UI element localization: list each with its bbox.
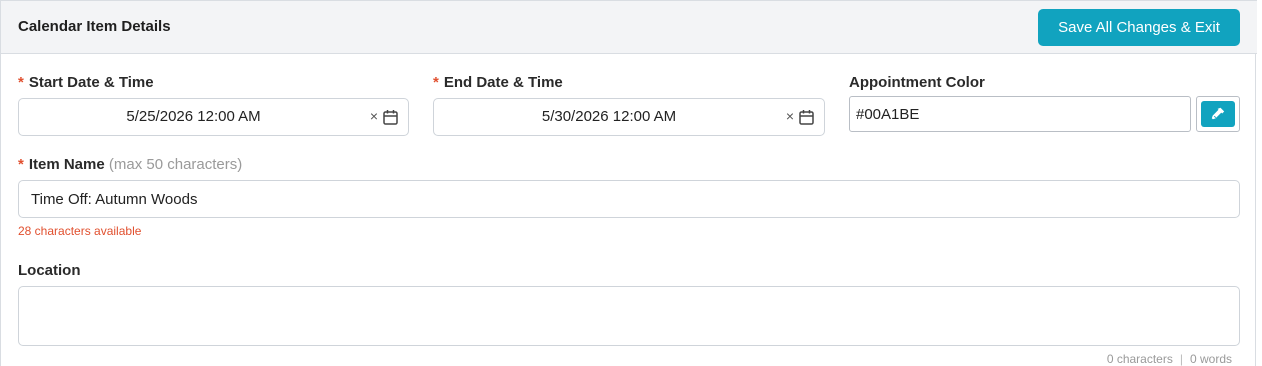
item-name-label-text: Item Name (28, 156, 105, 173)
end-datetime-label: * End Date & Time (433, 74, 563, 91)
start-datetime-label-text: Start Date & Time (28, 74, 154, 91)
color-picker-wrapper (1196, 96, 1240, 132)
end-datetime-field[interactable]: 5/30/2026 12:00 AM × (433, 98, 825, 136)
clear-start-icon[interactable]: × (370, 109, 378, 123)
start-datetime-label: * Start Date & Time (18, 74, 154, 91)
required-marker: * (433, 74, 439, 91)
calendar-icon[interactable] (383, 109, 398, 125)
color-picker-button[interactable] (1201, 101, 1235, 127)
word-count: 0 words (1189, 352, 1232, 366)
item-name-input[interactable] (18, 180, 1240, 218)
appointment-color-input[interactable] (849, 96, 1191, 132)
count-separator: | (1179, 352, 1183, 366)
panel-header: Calendar Item Details Save All Changes &… (1, 0, 1257, 54)
location-label: Location (18, 262, 81, 279)
item-name-label: * Item Name (max 50 characters) (18, 156, 242, 173)
end-datetime-label-text: End Date & Time (443, 74, 563, 91)
location-counts: 0 characters | 0 words (1107, 352, 1232, 366)
location-textarea[interactable] (18, 286, 1240, 346)
start-datetime-value: 5/25/2026 12:00 AM (126, 108, 261, 125)
save-all-changes-exit-button[interactable]: Save All Changes & Exit (1038, 9, 1240, 46)
calendar-item-panel: Calendar Item Details Save All Changes &… (0, 0, 1257, 366)
character-count: 0 characters (1106, 352, 1173, 366)
page-title: Calendar Item Details (18, 18, 171, 35)
required-marker: * (18, 74, 24, 91)
required-marker: * (18, 156, 24, 173)
characters-available-text: 28 characters available (18, 224, 142, 238)
end-datetime-value: 5/30/2026 12:00 AM (541, 108, 677, 125)
calendar-icon[interactable] (799, 109, 814, 125)
start-datetime-field[interactable]: 5/25/2026 12:00 AM × (18, 98, 409, 136)
clear-end-icon[interactable]: × (786, 109, 794, 123)
appointment-color-label: Appointment Color (849, 74, 985, 91)
item-name-hint: (max 50 characters) (108, 156, 243, 173)
eyedropper-icon (1211, 107, 1225, 120)
